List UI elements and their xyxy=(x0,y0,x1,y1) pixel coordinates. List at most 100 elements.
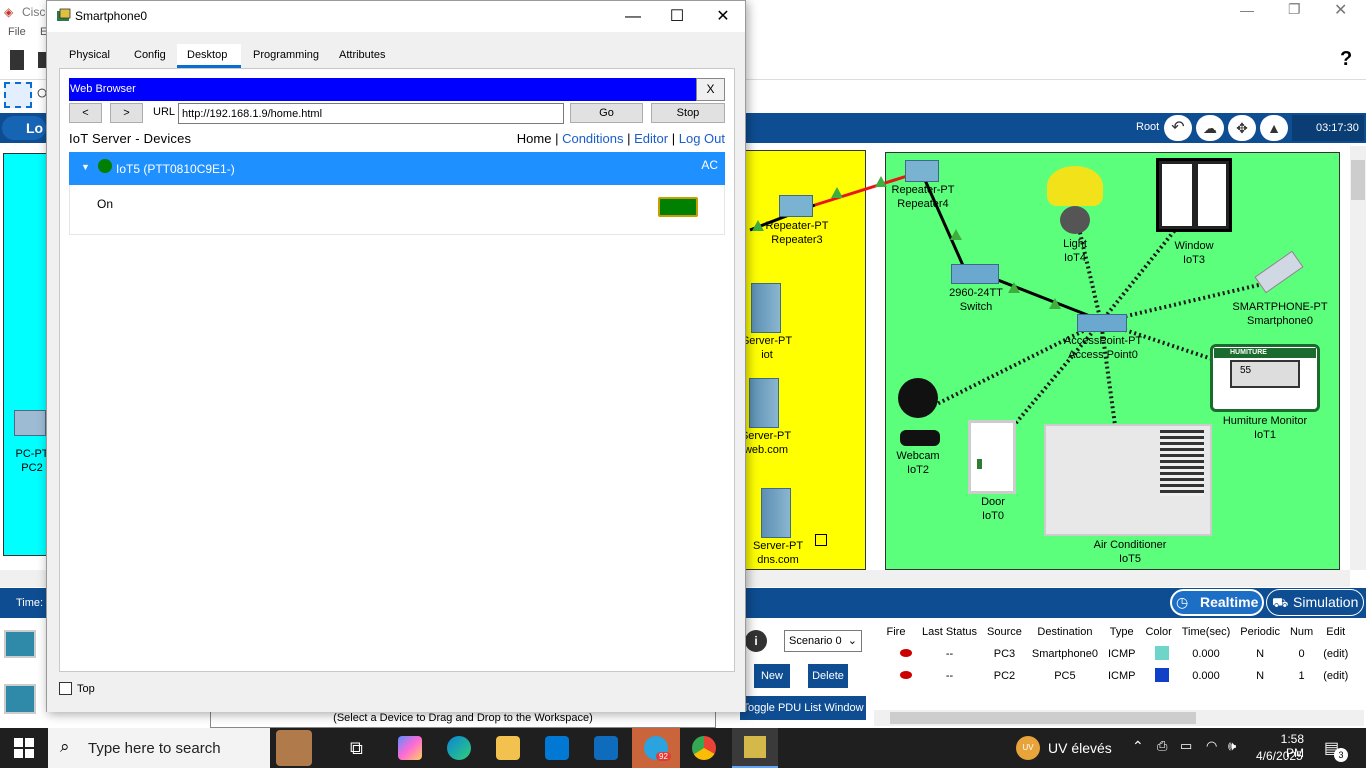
tab-programming[interactable]: Programming xyxy=(243,44,330,68)
edge-icon[interactable] xyxy=(447,736,471,760)
new-file-icon[interactable] xyxy=(10,50,24,70)
move-icon[interactable]: ✥ xyxy=(1228,115,1256,141)
nav-home-link[interactable]: Home xyxy=(517,131,552,146)
menu-file[interactable]: File xyxy=(8,26,26,38)
webcam-label-text: Webcam IoT2 xyxy=(896,450,940,476)
pdu-destination: PC5 xyxy=(1054,670,1076,682)
server-web-icon[interactable] xyxy=(749,378,779,428)
repeater4-icon[interactable] xyxy=(905,160,939,182)
device-header[interactable]: ▼ IoT5 (PTT0810C9E1-) AC xyxy=(69,152,725,185)
tab-physical[interactable]: Physical xyxy=(59,44,120,68)
aircon-label-text: Air Conditioner IoT5 xyxy=(1093,539,1167,565)
server-dns-label-text: Server-PT dns.com xyxy=(752,540,804,566)
webcam-base-icon xyxy=(900,430,940,446)
url-input[interactable] xyxy=(178,103,564,124)
info-icon[interactable]: i xyxy=(745,630,775,654)
search-highlight-icon[interactable] xyxy=(276,730,312,766)
pdu-hscroll[interactable] xyxy=(874,710,1364,726)
back-button[interactable]: < xyxy=(69,103,102,123)
device-category-icon[interactable] xyxy=(4,630,36,658)
packet-tracer-taskbar[interactable] xyxy=(732,728,778,768)
back-icon[interactable]: ↶ xyxy=(1164,115,1192,141)
link-indicator xyxy=(1049,298,1061,309)
pdu-color-swatch xyxy=(1155,667,1170,682)
vscroll-thumb[interactable] xyxy=(1351,160,1365,200)
smartphone-body: Physical Config Desktop Programming Attr… xyxy=(47,32,745,712)
time-label: Time: xyxy=(16,597,44,609)
chrome-icon[interactable] xyxy=(692,736,716,760)
task-view-icon[interactable]: ⧉ xyxy=(350,738,363,759)
scenario-select[interactable]: Scenario 0 ⌄ xyxy=(784,630,862,652)
store-icon[interactable] xyxy=(545,736,569,760)
workspace-vscroll[interactable] xyxy=(1350,146,1366,570)
delete-pdu-button[interactable]: Delete xyxy=(808,664,848,688)
pt-minimize-button[interactable]: — xyxy=(1240,2,1254,18)
stop-button[interactable]: Stop xyxy=(651,103,725,123)
device-state-toggle[interactable] xyxy=(658,197,698,217)
file-explorer-icon[interactable] xyxy=(496,736,520,760)
nav-conditions-link[interactable]: Conditions xyxy=(562,131,623,146)
server-dns-icon[interactable] xyxy=(761,488,791,538)
volume-icon[interactable]: 🕪 xyxy=(1228,738,1236,754)
notification-count: 3 xyxy=(1334,748,1348,762)
pdu-edit-link[interactable]: (edit) xyxy=(1319,644,1352,664)
repeater3-icon[interactable] xyxy=(779,195,813,217)
close-button[interactable]: ✕ xyxy=(700,1,746,32)
forward-button[interactable]: > xyxy=(110,103,143,123)
pdu-hscroll-thumb[interactable] xyxy=(890,712,1196,724)
pt-maximize-button[interactable]: ❐ xyxy=(1288,1,1301,18)
tab-config[interactable]: Config xyxy=(124,44,176,68)
pdu-last-status: -- xyxy=(945,670,954,682)
smartphone-titlebar[interactable]: Smartphone0 — ☐ ✕ xyxy=(47,1,745,32)
select-tool-icon[interactable] xyxy=(4,82,32,108)
minimize-button[interactable]: — xyxy=(610,1,656,32)
web-browser-close-button[interactable]: X xyxy=(696,78,725,101)
image-icon[interactable]: ▲ xyxy=(1260,115,1288,141)
switch-icon[interactable] xyxy=(951,264,999,284)
pdu-periodic: N xyxy=(1256,670,1265,682)
collapse-caret-icon[interactable]: ▼ xyxy=(81,162,90,172)
chevron-up-icon[interactable]: ⌃ xyxy=(1132,738,1144,755)
aircon-vent-icon xyxy=(1160,430,1204,496)
link-indicator xyxy=(950,229,962,240)
windows-start-icon[interactable] xyxy=(14,738,34,758)
table-row[interactable]: -- PC2 PC5 ICMP 0.000 N 1 (edit) xyxy=(876,666,1352,686)
pdu-color xyxy=(1141,644,1175,664)
outlook-icon[interactable] xyxy=(594,736,618,760)
go-button[interactable]: Go xyxy=(570,103,643,123)
battery-icon[interactable]: ▭ xyxy=(1180,738,1192,754)
server-iot-label-text: Server-PT iot xyxy=(741,335,793,361)
table-row[interactable]: -- PC3 Smartphone0 ICMP 0.000 N 0 (edit) xyxy=(876,644,1352,664)
copilot-icon[interactable] xyxy=(398,736,422,760)
fire-icon[interactable] xyxy=(876,666,916,686)
door-icon[interactable] xyxy=(968,420,1016,494)
nav-editor-link[interactable]: Editor xyxy=(634,131,668,146)
fire-icon[interactable] xyxy=(876,644,916,664)
nav-logout-link[interactable]: Log Out xyxy=(679,131,725,146)
pdu-edit-link[interactable]: (edit) xyxy=(1319,666,1352,686)
webcam-icon[interactable] xyxy=(898,378,938,418)
toggle-pdu-button[interactable]: Toggle PDU List Window xyxy=(740,696,866,720)
logical-tab[interactable]: Lo xyxy=(2,116,46,140)
pc2-icon[interactable] xyxy=(14,410,46,436)
wifi-icon[interactable]: ◠ xyxy=(1206,738,1217,754)
server-iot-icon[interactable] xyxy=(751,283,781,333)
pdu-col-fire: Fire xyxy=(886,626,906,638)
telegram-tab[interactable]: 92 xyxy=(632,728,680,768)
help-icon[interactable]: ? xyxy=(1340,48,1352,71)
access-point-icon[interactable] xyxy=(1077,314,1127,332)
maximize-button[interactable]: ☐ xyxy=(654,1,700,32)
tab-attributes[interactable]: Attributes xyxy=(329,44,396,68)
new-pdu-button[interactable]: New xyxy=(754,664,790,688)
pt-close-button[interactable]: ✕ xyxy=(1334,0,1347,20)
top-checkbox[interactable] xyxy=(59,682,72,695)
weather-text[interactable]: UV élevés xyxy=(1048,740,1112,756)
cloud-icon[interactable]: ☁ xyxy=(1196,115,1224,141)
weather-icon[interactable]: UV xyxy=(1016,736,1040,760)
taskbar-search[interactable]: ⌕ Type here to search xyxy=(48,728,312,768)
camera-icon[interactable]: ⎙ xyxy=(1157,738,1167,754)
taskbar-date[interactable]: 4/6/2025 xyxy=(1256,749,1303,763)
tab-desktop[interactable]: Desktop xyxy=(177,44,241,68)
device-type-icon[interactable] xyxy=(4,684,36,714)
light-icon[interactable] xyxy=(1047,166,1103,206)
